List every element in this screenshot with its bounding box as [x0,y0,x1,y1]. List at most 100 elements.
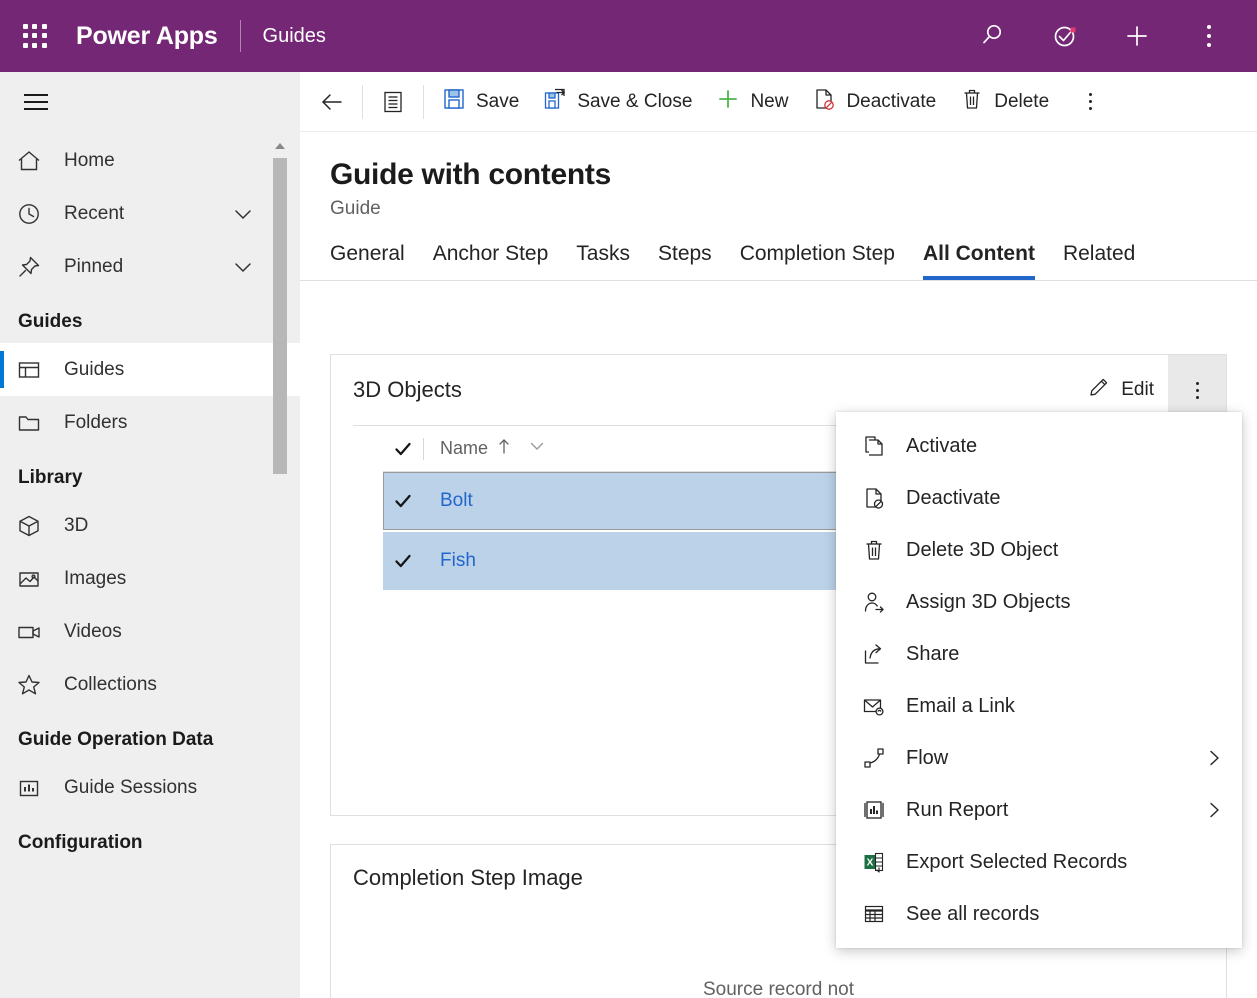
sidebar-group-header-guide-operation-data: Guide Operation Data [18,729,214,750]
sidebar-group-header-library: Library [18,467,83,488]
sidebar-scrollbar[interactable] [273,138,287,998]
row-checkbox[interactable] [383,551,423,571]
sidebar-item-home[interactable]: Home [0,134,300,187]
sort-ascending-icon [497,437,511,460]
save-and-close-button[interactable]: Save & Close [531,80,704,124]
sidebar-item-3d[interactable]: 3D [0,499,300,552]
scroll-up-arrow-icon[interactable] [273,138,287,154]
pencil-icon [1087,375,1111,405]
row-name-link[interactable]: Bolt [423,490,473,512]
plus-icon[interactable] [1113,12,1161,60]
chevron-down-icon[interactable] [230,201,256,227]
new-button-label: New [750,90,789,112]
image-icon [16,566,50,592]
assign-user-icon [862,590,902,614]
tab-general[interactable]: General [330,242,419,280]
column-menu-chevron-down-icon[interactable] [528,437,546,460]
row-name-link[interactable]: Fish [423,550,476,572]
tab-steps[interactable]: Steps [644,242,726,280]
search-icon[interactable] [969,12,1017,60]
sidebar-item-label: Images [64,567,127,589]
sidebar-item-folders[interactable]: Folders [0,396,300,449]
menu-item-delete-3d-object[interactable]: Delete 3D Object [836,524,1242,576]
left-sidebar: Home Recent Pinned Guides Guides Folders… [0,72,300,998]
sidebar-item-guides[interactable]: Guides [0,343,300,396]
tab-tasks[interactable]: Tasks [562,242,644,280]
delete-button[interactable]: Delete [948,80,1061,124]
chevron-right-icon [1204,800,1224,820]
sidebar-item-guide-sessions[interactable]: Guide Sessions [0,761,300,814]
sidebar-item-label: Videos [64,620,122,642]
tab-anchor-step[interactable]: Anchor Step [419,242,563,280]
star-icon [16,672,50,698]
page-title: Guide with contents [330,158,611,191]
report-icon [862,798,902,822]
delete-button-label: Delete [994,90,1050,112]
email-link-icon [862,694,902,718]
form-tabs: General Anchor Step Tasks Steps Completi… [300,220,1257,281]
card-title: Completion Step Image [353,865,583,890]
video-icon [16,619,50,645]
menu-item-label: Assign 3D Objects [906,590,1071,613]
deactivate-icon [812,87,836,117]
app-launcher-waffle-icon[interactable] [16,17,54,55]
sidebar-item-pinned[interactable]: Pinned [0,240,300,293]
row-checkbox[interactable] [383,491,423,511]
excel-icon: X [862,850,902,874]
grid-column-header-name[interactable]: Name [424,437,546,460]
app-root: Power Apps Guides Home Recent Pinned Gui… [0,0,1257,998]
select-all-checkbox[interactable] [383,439,423,459]
menu-item-export-selected-records[interactable]: X Export Selected Records [836,836,1242,888]
sidebar-item-label: Home [64,149,115,171]
save-button[interactable]: Save [430,80,531,124]
tab-related[interactable]: Related [1049,242,1149,280]
header-divider [239,20,241,52]
menu-item-deactivate[interactable]: Deactivate [836,472,1242,524]
tab-all-content[interactable]: All Content [909,242,1049,280]
save-close-icon [543,87,567,117]
menu-item-label: Email a Link [906,694,1015,717]
menu-item-share[interactable]: Share [836,628,1242,680]
more-icon[interactable] [1185,12,1233,60]
deactivate-button-label: Deactivate [846,90,937,112]
menu-item-label: Flow [906,746,949,769]
svg-text:X: X [867,858,874,869]
chevron-down-icon[interactable] [230,254,256,280]
command-bar: Save Save & Close New Deactivate Delete [300,72,1257,132]
pin-icon [16,254,50,280]
sidebar-group-header-guides: Guides [18,311,83,332]
table-icon [862,902,902,926]
clock-icon [16,201,50,227]
header-actions [969,0,1257,72]
menu-item-activate[interactable]: Activate [836,420,1242,472]
sidebar-item-collections[interactable]: Collections [0,658,300,711]
command-overflow-icon[interactable] [1069,80,1111,124]
sidebar-item-videos[interactable]: Videos [0,605,300,658]
context-menu: Activate Deactivate Delete 3D Object Ass… [836,412,1242,948]
menu-item-email-a-link[interactable]: Email a Link [836,680,1242,732]
app-name-label[interactable]: Guides [263,25,326,48]
page-subtitle: Guide [330,198,381,219]
deactivate-icon [862,486,902,510]
deactivate-button[interactable]: Deactivate [800,80,948,124]
menu-item-flow[interactable]: Flow [836,732,1242,784]
sidebar-item-images[interactable]: Images [0,552,300,605]
menu-item-see-all-records[interactable]: See all records [836,888,1242,940]
tab-completion-step[interactable]: Completion Step [726,242,909,280]
menu-item-assign-3d-objects[interactable]: Assign 3D Objects [836,576,1242,628]
home-icon [16,148,50,174]
sidebar-nav: Home Recent Pinned Guides Guides Folders… [0,126,300,864]
new-button[interactable]: New [704,80,800,124]
edit-button[interactable]: Edit [1073,364,1168,416]
menu-item-run-report[interactable]: Run Report [836,784,1242,836]
sidebar-item-label: Pinned [64,255,124,277]
hamburger-menu-icon[interactable] [12,78,60,126]
scrollbar-thumb[interactable] [273,158,287,474]
environment-icon[interactable] [1041,12,1089,60]
back-arrow-icon[interactable] [308,80,356,124]
form-selector-icon[interactable] [369,80,417,124]
folder-icon [16,410,50,436]
brand-title: Power Apps [76,21,218,50]
sidebar-item-recent[interactable]: Recent [0,187,300,240]
save-and-close-label: Save & Close [577,90,693,112]
